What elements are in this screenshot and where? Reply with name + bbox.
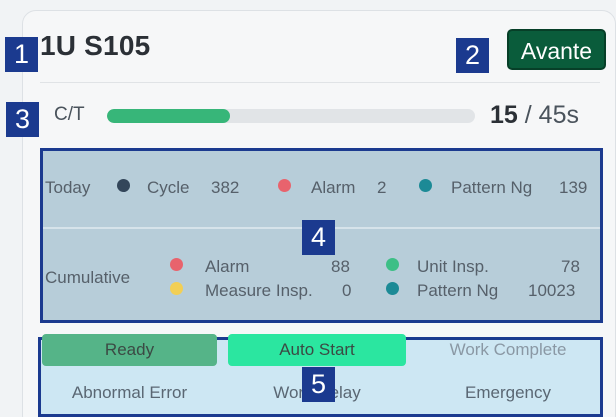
today-alarm-value: 2 <box>377 178 387 197</box>
alarm-dot-icon <box>278 179 291 192</box>
cumulative-measure-insp-value: 0 <box>342 281 352 300</box>
badge-2: 2 <box>456 38 489 73</box>
pattern-ng-dot-icon <box>419 179 432 192</box>
today-cycle-label: Cycle <box>147 178 190 197</box>
cumulative-pattern-ng-label: Pattern Ng <box>417 281 499 300</box>
emergency-button[interactable]: Emergency <box>416 377 600 409</box>
cumulative-unit-insp-label: Unit Insp. <box>417 257 489 276</box>
today-alarm-label: Alarm <box>311 178 356 197</box>
today-pattern-ng-label: Pattern Ng <box>451 178 533 197</box>
today-cycle-value: 382 <box>211 178 240 197</box>
cycle-time-progress-fill <box>107 109 230 123</box>
brand-button[interactable]: Avante <box>507 29 606 70</box>
cycle-time-current: 15 <box>490 101 518 129</box>
today-label: Today <box>45 178 91 197</box>
cumulative-alarm-dot-icon <box>170 258 183 271</box>
cycle-time-progress-bar <box>107 109 475 123</box>
unit-insp-dot-icon <box>386 258 399 271</box>
cycle-time-label: C/T <box>54 104 85 125</box>
badge-1: 1 <box>5 37 38 72</box>
cumulative-pattern-ng-value: 10023 <box>528 281 576 300</box>
device-name: 1U S105 <box>40 30 151 61</box>
work-complete-button[interactable]: Work Complete <box>416 334 600 366</box>
cycle-time-value: 15 / 45s <box>490 101 579 130</box>
today-pattern-ng-value: 139 <box>559 178 588 197</box>
ready-button[interactable]: Ready <box>42 334 217 366</box>
cumulative-alarm-label: Alarm <box>205 257 250 276</box>
measure-insp-dot-icon <box>170 282 183 295</box>
badge-3: 3 <box>6 102 39 137</box>
cumulative-label: Cumulative <box>45 268 131 287</box>
auto-start-button[interactable]: Auto Start <box>228 334 406 366</box>
cycle-time-separator: / <box>524 101 532 129</box>
cumulative-alarm-value: 88 <box>331 257 350 276</box>
cycle-dot-icon <box>117 179 130 192</box>
cumulative-measure-insp-label: Measure Insp. <box>205 281 313 300</box>
cumulative-unit-insp-value: 78 <box>561 257 580 276</box>
header-divider <box>40 82 600 83</box>
cumulative-pattern-ng-dot-icon <box>386 282 399 295</box>
cycle-time-target: 45s <box>538 101 579 129</box>
badge-5: 5 <box>302 367 335 402</box>
abnormal-error-button[interactable]: Abnormal Error <box>42 377 217 409</box>
badge-4: 4 <box>302 220 335 255</box>
